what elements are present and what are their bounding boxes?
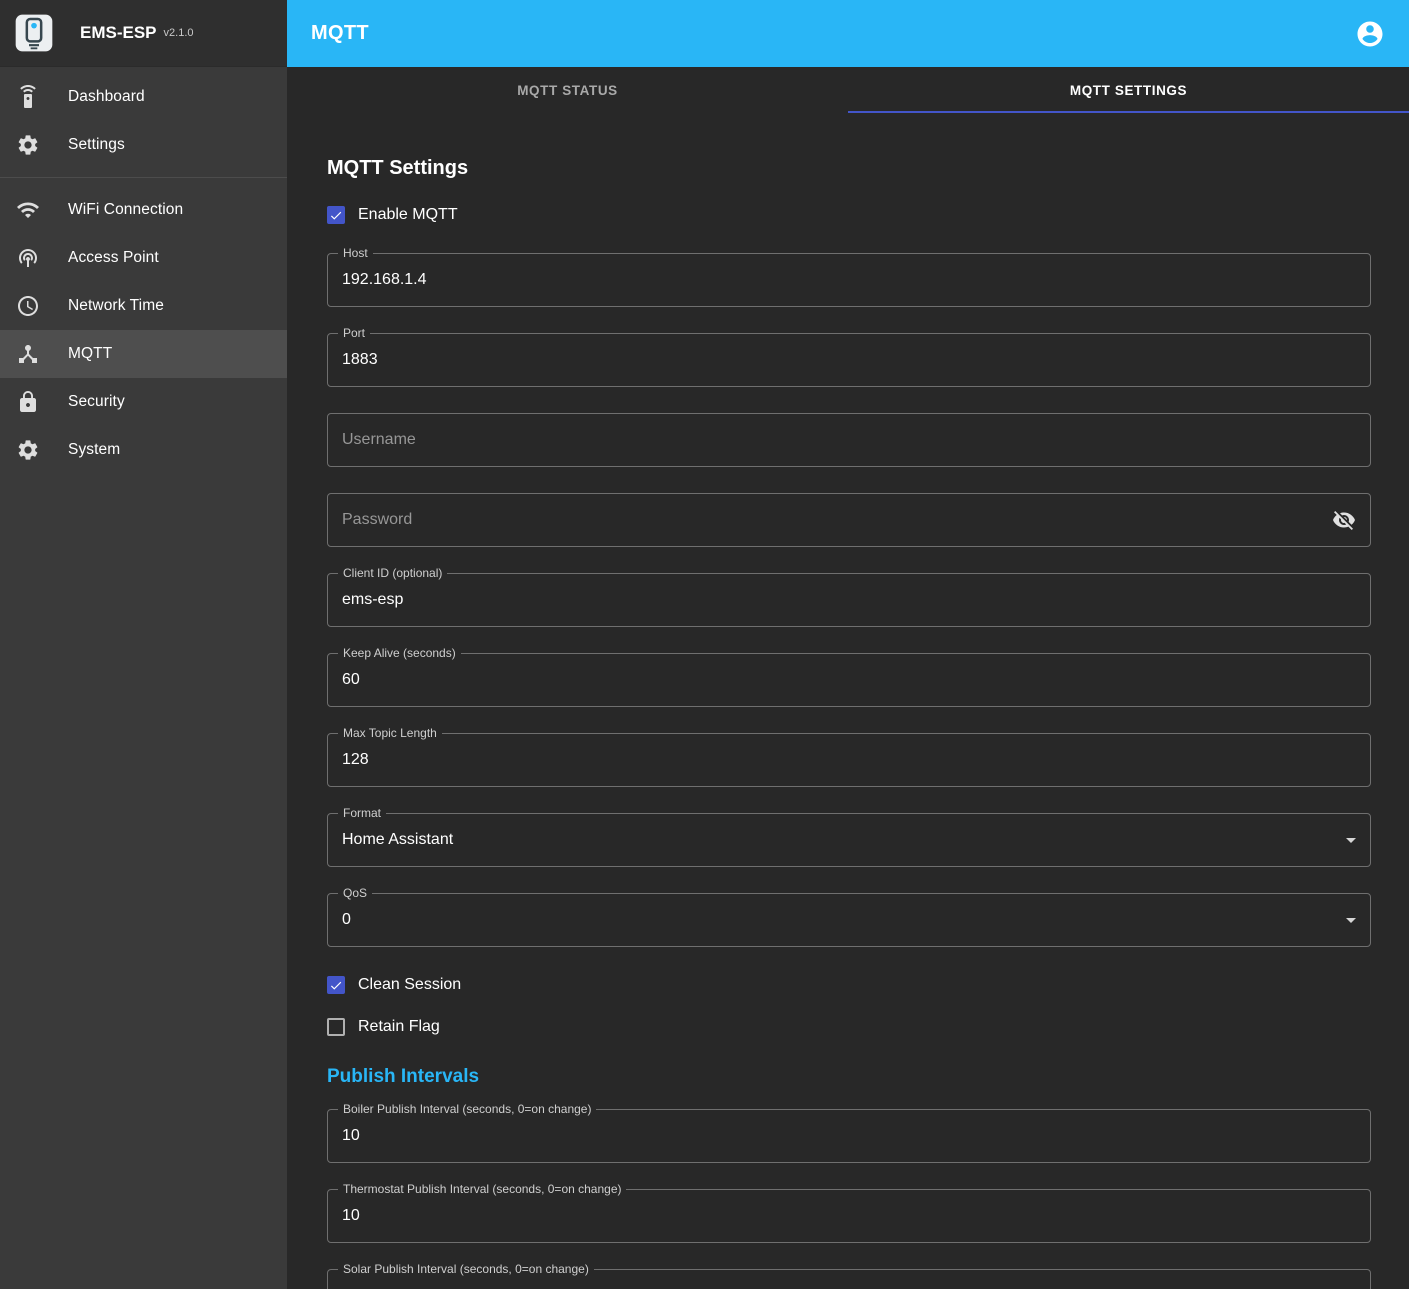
sidebar-item-label: Network Time [68, 297, 164, 315]
sidebar-nav: Dashboard Settings WiFi Connection Acc [0, 67, 287, 474]
format-select-label: Format [338, 806, 386, 821]
gear-icon [16, 133, 40, 157]
keep-alive-input[interactable] [342, 671, 1356, 689]
thermostat-publish-interval-field: Thermostat Publish Interval (seconds, 0=… [327, 1189, 1371, 1243]
enable-mqtt-checkbox-row[interactable]: Enable MQTT [327, 203, 1371, 227]
tab-label: MQTT SETTINGS [1070, 83, 1187, 98]
client-id-field-label: Client ID (optional) [338, 566, 447, 581]
retain-flag-checkbox[interactable] [327, 1018, 345, 1036]
app-version: v2.1.0 [164, 27, 194, 39]
gear-icon [16, 438, 40, 462]
sidebar-item-settings[interactable]: Settings [0, 121, 287, 169]
password-input[interactable] [342, 511, 1332, 529]
qos-select-value: 0 [342, 911, 351, 929]
password-field [327, 493, 1371, 547]
username-input[interactable] [342, 431, 1356, 449]
appbar: MQTT [287, 0, 1409, 67]
sidebar-item-label: Dashboard [68, 88, 145, 106]
retain-flag-checkbox-row[interactable]: Retain Flag [327, 1015, 1371, 1039]
app-root: EMS-ESP v2.1.0 Dashboard Settings [0, 0, 1409, 1289]
hub-icon [16, 342, 40, 366]
thermostat-publish-interval-label: Thermostat Publish Interval (seconds, 0=… [338, 1182, 626, 1197]
max-topic-length-field: Max Topic Length [327, 733, 1371, 787]
sidebar-item-label: MQTT [68, 345, 112, 363]
tab-mqtt-settings[interactable]: MQTT SETTINGS [848, 67, 1409, 113]
clock-icon [16, 294, 40, 318]
boiler-publish-interval-label: Boiler Publish Interval (seconds, 0=on c… [338, 1102, 596, 1117]
sidebar-item-label: Access Point [68, 249, 159, 267]
sidebar: EMS-ESP v2.1.0 Dashboard Settings [0, 0, 287, 1289]
clean-session-label: Clean Session [358, 976, 461, 994]
sidebar-item-label: Security [68, 393, 125, 411]
qos-select[interactable]: QoS 0 [327, 893, 1371, 947]
solar-publish-interval-field: Solar Publish Interval (seconds, 0=on ch… [327, 1269, 1371, 1289]
publish-intervals-title: Publish Intervals [327, 1065, 1371, 1089]
max-topic-length-input[interactable] [342, 751, 1356, 769]
sidebar-item-mqtt[interactable]: MQTT [0, 330, 287, 378]
format-select[interactable]: Format Home Assistant [327, 813, 1371, 867]
chevron-down-icon [1346, 918, 1356, 923]
app-title: EMS-ESP [80, 23, 157, 43]
sidebar-item-security[interactable]: Security [0, 378, 287, 426]
form-title: MQTT Settings [327, 155, 1371, 181]
sidebar-item-label: System [68, 441, 120, 459]
sidebar-item-access-point[interactable]: Access Point [0, 234, 287, 282]
max-topic-length-field-label: Max Topic Length [338, 726, 442, 741]
boiler-publish-interval-input[interactable] [342, 1127, 1356, 1145]
sidebar-item-wifi-connection[interactable]: WiFi Connection [0, 186, 287, 234]
sidebar-divider [0, 177, 287, 178]
retain-flag-label: Retain Flag [358, 1018, 440, 1036]
sidebar-item-network-time[interactable]: Network Time [0, 282, 287, 330]
port-field: Port [327, 333, 1371, 387]
keep-alive-field: Keep Alive (seconds) [327, 653, 1371, 707]
host-input[interactable] [342, 271, 1356, 289]
solar-publish-interval-label: Solar Publish Interval (seconds, 0=on ch… [338, 1262, 594, 1277]
keep-alive-field-label: Keep Alive (seconds) [338, 646, 461, 661]
qos-select-label: QoS [338, 886, 372, 901]
sidebar-item-dashboard[interactable]: Dashboard [0, 73, 287, 121]
lock-icon [16, 390, 40, 414]
clean-session-checkbox-row[interactable]: Clean Session [327, 973, 1371, 997]
sidebar-header: EMS-ESP v2.1.0 [0, 0, 287, 67]
client-id-field: Client ID (optional) [327, 573, 1371, 627]
tab-label: MQTT STATUS [517, 83, 618, 98]
format-select-value: Home Assistant [342, 831, 453, 849]
sidebar-item-label: WiFi Connection [68, 201, 183, 219]
chevron-down-icon [1346, 838, 1356, 843]
access-point-icon [16, 246, 40, 270]
enable-mqtt-checkbox[interactable] [327, 206, 345, 224]
thermostat-publish-interval-input[interactable] [342, 1207, 1356, 1225]
app-logo-icon [14, 13, 54, 53]
boiler-publish-interval-field: Boiler Publish Interval (seconds, 0=on c… [327, 1109, 1371, 1163]
account-icon[interactable] [1355, 19, 1385, 49]
page-title: MQTT [311, 22, 369, 45]
enable-mqtt-label: Enable MQTT [358, 206, 458, 224]
tab-bar: MQTT STATUS MQTT SETTINGS [287, 67, 1409, 113]
port-field-label: Port [338, 326, 370, 341]
clean-session-checkbox[interactable] [327, 976, 345, 994]
port-input[interactable] [342, 351, 1356, 369]
host-field-label: Host [338, 246, 373, 261]
main-area: MQTT MQTT STATUS MQTT SETTINGS MQTT Sett… [287, 0, 1409, 1289]
username-field [327, 413, 1371, 467]
tab-mqtt-status[interactable]: MQTT STATUS [287, 67, 848, 113]
sidebar-item-system[interactable]: System [0, 426, 287, 474]
client-id-input[interactable] [342, 591, 1356, 609]
dashboard-icon [16, 85, 40, 109]
host-field: Host [327, 253, 1371, 307]
wifi-icon [16, 198, 40, 222]
visibility-off-icon[interactable] [1332, 508, 1356, 532]
mqtt-settings-form: MQTT Settings Enable MQTT Host Port [287, 113, 1409, 1289]
sidebar-item-label: Settings [68, 136, 125, 154]
